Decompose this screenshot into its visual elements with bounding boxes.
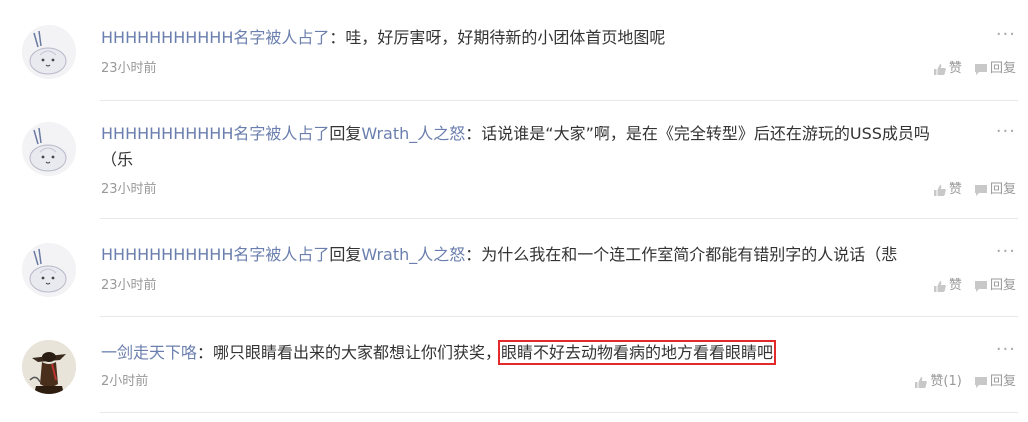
reply-button[interactable]: 回复 <box>974 277 1016 295</box>
reply-button[interactable]: 回复 <box>974 181 1016 199</box>
divider <box>100 316 1018 317</box>
reply-button[interactable]: 回复 <box>974 373 1016 391</box>
comment-text-continued: （乐 <box>101 150 134 169</box>
like-label: 赞 <box>948 278 962 293</box>
reply-word: 回复 <box>329 245 362 264</box>
reply-label: 回复 <box>989 374 1016 389</box>
comment-actions: 赞 回复 <box>925 60 1016 82</box>
comment-text-line: 一剑走天下咯：哪只眼睛看出来的大家都想让你们获奖，眼睛不好去动物看病的地方看看眼… <box>101 340 958 366</box>
thumbs-up-icon <box>933 184 946 196</box>
more-options-icon[interactable]: ··· <box>996 243 1016 261</box>
reply-label: 回复 <box>989 182 1016 197</box>
colon: ： <box>465 124 482 143</box>
comment-text-line: HHHHHHHHHHH名字被人占了：哇，好厉害呀，好期待新的小团体首页地图呢 <box>101 25 958 51</box>
swordsman-avatar[interactable] <box>22 340 76 394</box>
reply-word: 回复 <box>329 124 362 143</box>
comment-text: 为什么我在和一个连工作室简介都能有错别字的人说话（悲 <box>481 245 898 264</box>
comment-text: 哇，好厉害呀，好期待新的小团体首页地图呢 <box>345 28 666 47</box>
username-link[interactable]: HHHHHHHHHHH名字被人占了 <box>101 245 329 264</box>
reply-button[interactable]: 回复 <box>974 60 1016 78</box>
comment-text-line: HHHHHHHHHHH名字被人占了回复Wrath_人之怒：为什么我在和一个连工作… <box>101 242 958 268</box>
more-options-icon[interactable]: ··· <box>996 341 1016 359</box>
timestamp: 23小时前 <box>101 278 157 293</box>
reply-label: 回复 <box>989 61 1016 76</box>
thumbs-up-icon <box>933 280 946 292</box>
like-label: 赞 <box>948 61 962 76</box>
username-link[interactable]: 一剑走天下咯 <box>101 343 197 362</box>
garlic-avatar[interactable] <box>22 25 76 79</box>
comment-text: 话说谁是“大家”啊，是在《完全转型》后还在游玩的USS成员吗 <box>481 124 930 143</box>
garlic-avatar[interactable] <box>22 122 76 176</box>
like-label: 赞(1) <box>930 374 962 389</box>
more-options-icon[interactable]: ··· <box>996 123 1016 141</box>
garlic-avatar[interactable] <box>22 243 76 297</box>
username-link[interactable]: HHHHHHHHHHH名字被人占了 <box>101 124 329 143</box>
like-label: 赞 <box>948 182 962 197</box>
highlighted-text: 眼睛不好去动物看病的地方看看眼睛吧 <box>498 340 777 365</box>
like-button[interactable]: 赞 <box>933 60 962 78</box>
divider <box>100 100 1018 101</box>
reply-target-link[interactable]: Wrath_人之怒 <box>361 124 465 143</box>
more-options-icon[interactable]: ··· <box>996 26 1016 44</box>
colon: ： <box>197 343 214 362</box>
like-button[interactable]: 赞 <box>933 277 962 295</box>
timestamp: 2小时前 <box>101 374 149 389</box>
divider <box>100 218 1018 219</box>
comment-actions: 赞 回复 <box>925 181 1016 203</box>
reply-bubble-icon <box>974 184 987 196</box>
timestamp: 23小时前 <box>101 61 157 76</box>
thumbs-up-icon <box>915 376 928 388</box>
username-link[interactable]: HHHHHHHHHHH名字被人占了 <box>101 28 329 47</box>
comment-text-line: HHHHHHHHHHH名字被人占了回复Wrath_人之怒：话说谁是“大家”啊，是… <box>101 121 980 173</box>
reply-target-link[interactable]: Wrath_人之怒 <box>361 245 465 264</box>
like-button[interactable]: 赞 <box>933 181 962 199</box>
comment-list: HHHHHHHHHHH名字被人占了：哇，好厉害呀，好期待新的小团体首页地图呢 2… <box>0 0 1028 422</box>
reply-bubble-icon <box>974 63 987 75</box>
timestamp: 23小时前 <box>101 182 157 197</box>
reply-label: 回复 <box>989 278 1016 293</box>
reply-bubble-icon <box>974 280 987 292</box>
like-button[interactable]: 赞(1) <box>914 373 962 391</box>
reply-bubble-icon <box>974 376 987 388</box>
thumbs-up-icon <box>933 63 946 75</box>
comment-text: 哪只眼睛看出来的大家都想让你们获奖， <box>213 343 502 362</box>
comment-actions: 赞(1) 回复 <box>906 373 1016 395</box>
colon: ： <box>329 28 346 47</box>
comment-actions: 赞 回复 <box>925 277 1016 299</box>
colon: ： <box>465 245 482 264</box>
divider <box>100 412 1018 413</box>
